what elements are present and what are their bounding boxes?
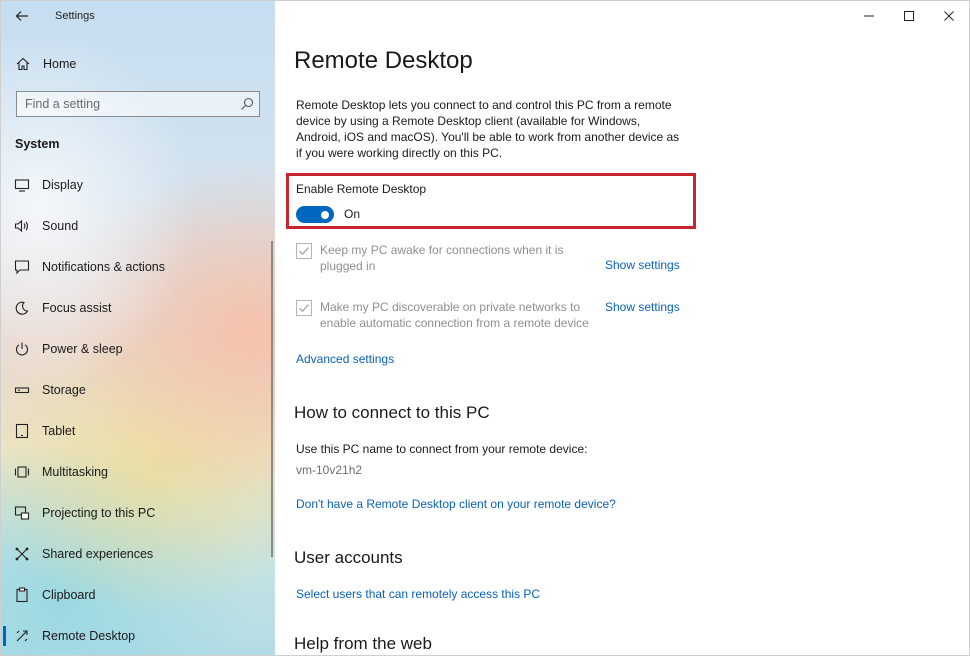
shared-experiences-icon bbox=[15, 547, 29, 561]
sidebar-item-label: Remote Desktop bbox=[42, 629, 136, 643]
toggle-state-text: On bbox=[344, 207, 361, 221]
sidebar-item-focus-assist[interactable]: Focus assist bbox=[1, 295, 275, 336]
keep-awake-checkbox[interactable] bbox=[296, 243, 312, 259]
discoverable-show-settings-link[interactable]: Show settings bbox=[605, 300, 680, 314]
discoverable-text: Make my PC discoverable on private netwo… bbox=[320, 300, 589, 330]
notifications-icon bbox=[14, 260, 30, 275]
sidebar-item-label: Notifications & actions bbox=[42, 260, 165, 274]
sidebar-item-power-sleep[interactable]: Power & sleep bbox=[1, 336, 275, 377]
sidebar-item-label: Sound bbox=[42, 219, 79, 233]
display-icon bbox=[14, 179, 30, 192]
page-title: Remote Desktop bbox=[294, 47, 473, 74]
enable-remote-desktop-label: Enable Remote Desktop bbox=[296, 182, 427, 196]
app-title: Settings bbox=[55, 10, 95, 22]
connect-heading: How to connect to this PC bbox=[294, 403, 490, 422]
nav-list: Display Sound Notifications & actions Fo… bbox=[1, 172, 275, 655]
search-icon[interactable] bbox=[240, 97, 254, 111]
keep-awake-show-settings-link[interactable]: Show settings bbox=[605, 258, 680, 272]
sidebar-item-label: Focus assist bbox=[42, 301, 112, 315]
sidebar-item-label: Storage bbox=[42, 383, 86, 397]
sidebar-item-label: Tablet bbox=[42, 424, 76, 438]
sidebar-item-sound[interactable]: Sound bbox=[1, 213, 275, 254]
sidebar-item-remote-desktop[interactable]: Remote Desktop bbox=[1, 623, 275, 655]
power-icon bbox=[15, 342, 29, 356]
sidebar-item-display[interactable]: Display bbox=[1, 172, 275, 213]
sidebar-item-label: Power & sleep bbox=[42, 342, 123, 356]
toggle-knob bbox=[321, 210, 329, 219]
advanced-settings-link[interactable]: Advanced settings bbox=[296, 352, 394, 366]
sidebar-item-notifications[interactable]: Notifications & actions bbox=[1, 254, 275, 295]
sidebar-item-clipboard[interactable]: Clipboard bbox=[1, 582, 275, 623]
discoverable-checkbox[interactable] bbox=[296, 300, 312, 316]
pc-name: vm-10v21h2 bbox=[296, 463, 363, 477]
remote-desktop-icon bbox=[16, 630, 28, 642]
keep-awake-text: Keep my PC awake for connections when it… bbox=[320, 243, 564, 273]
sidebar-item-label: Shared experiences bbox=[42, 547, 154, 561]
sidebar-item-label: Clipboard bbox=[42, 588, 96, 602]
sidebar-item-projecting[interactable]: Projecting to this PC bbox=[1, 500, 275, 541]
checkmark-icon bbox=[299, 247, 309, 256]
nav-home-label: Home bbox=[43, 57, 77, 71]
sidebar-item-tablet[interactable]: Tablet bbox=[1, 418, 275, 459]
clipboard-icon bbox=[16, 587, 28, 603]
page-description: Remote Desktop lets you connect to and c… bbox=[296, 98, 680, 160]
sidebar-item-multitasking[interactable]: Multitasking bbox=[1, 459, 275, 500]
remote-client-link[interactable]: Don't have a Remote Desktop client on yo… bbox=[296, 497, 616, 511]
sound-icon bbox=[14, 219, 29, 233]
tablet-icon bbox=[15, 423, 29, 439]
sidebar: Settings Home System Display bbox=[1, 1, 275, 655]
help-heading: Help from the web bbox=[294, 634, 432, 653]
back-arrow-icon bbox=[15, 11, 28, 21]
focus-assist-icon bbox=[15, 301, 29, 315]
title-bar: Settings bbox=[1, 1, 275, 31]
nav-home[interactable]: Home bbox=[1, 51, 275, 77]
search-box bbox=[16, 91, 260, 117]
storage-icon bbox=[14, 387, 30, 394]
sidebar-item-label: Projecting to this PC bbox=[42, 506, 156, 520]
user-accounts-heading: User accounts bbox=[294, 548, 403, 567]
multitasking-icon bbox=[14, 466, 30, 478]
section-heading-system: System bbox=[15, 137, 60, 151]
sidebar-item-shared-experiences[interactable]: Shared experiences bbox=[1, 541, 275, 582]
back-button[interactable] bbox=[9, 5, 35, 27]
sidebar-item-label: Multitasking bbox=[42, 465, 108, 479]
sidebar-scrollbar[interactable] bbox=[271, 241, 273, 557]
search-input[interactable] bbox=[17, 92, 235, 115]
sidebar-item-storage[interactable]: Storage bbox=[1, 377, 275, 418]
connect-instruction: Use this PC name to connect from your re… bbox=[296, 442, 588, 456]
settings-window: Settings Home System Display bbox=[0, 0, 970, 656]
home-icon bbox=[16, 57, 30, 71]
checkmark-icon bbox=[299, 304, 309, 313]
main-content: Remote Desktop Remote Desktop lets you c… bbox=[275, 1, 969, 655]
enable-remote-desktop-toggle[interactable] bbox=[296, 206, 334, 223]
projecting-icon bbox=[14, 506, 30, 520]
select-users-link[interactable]: Select users that can remotely access th… bbox=[296, 587, 540, 601]
sidebar-item-label: Display bbox=[42, 178, 83, 192]
